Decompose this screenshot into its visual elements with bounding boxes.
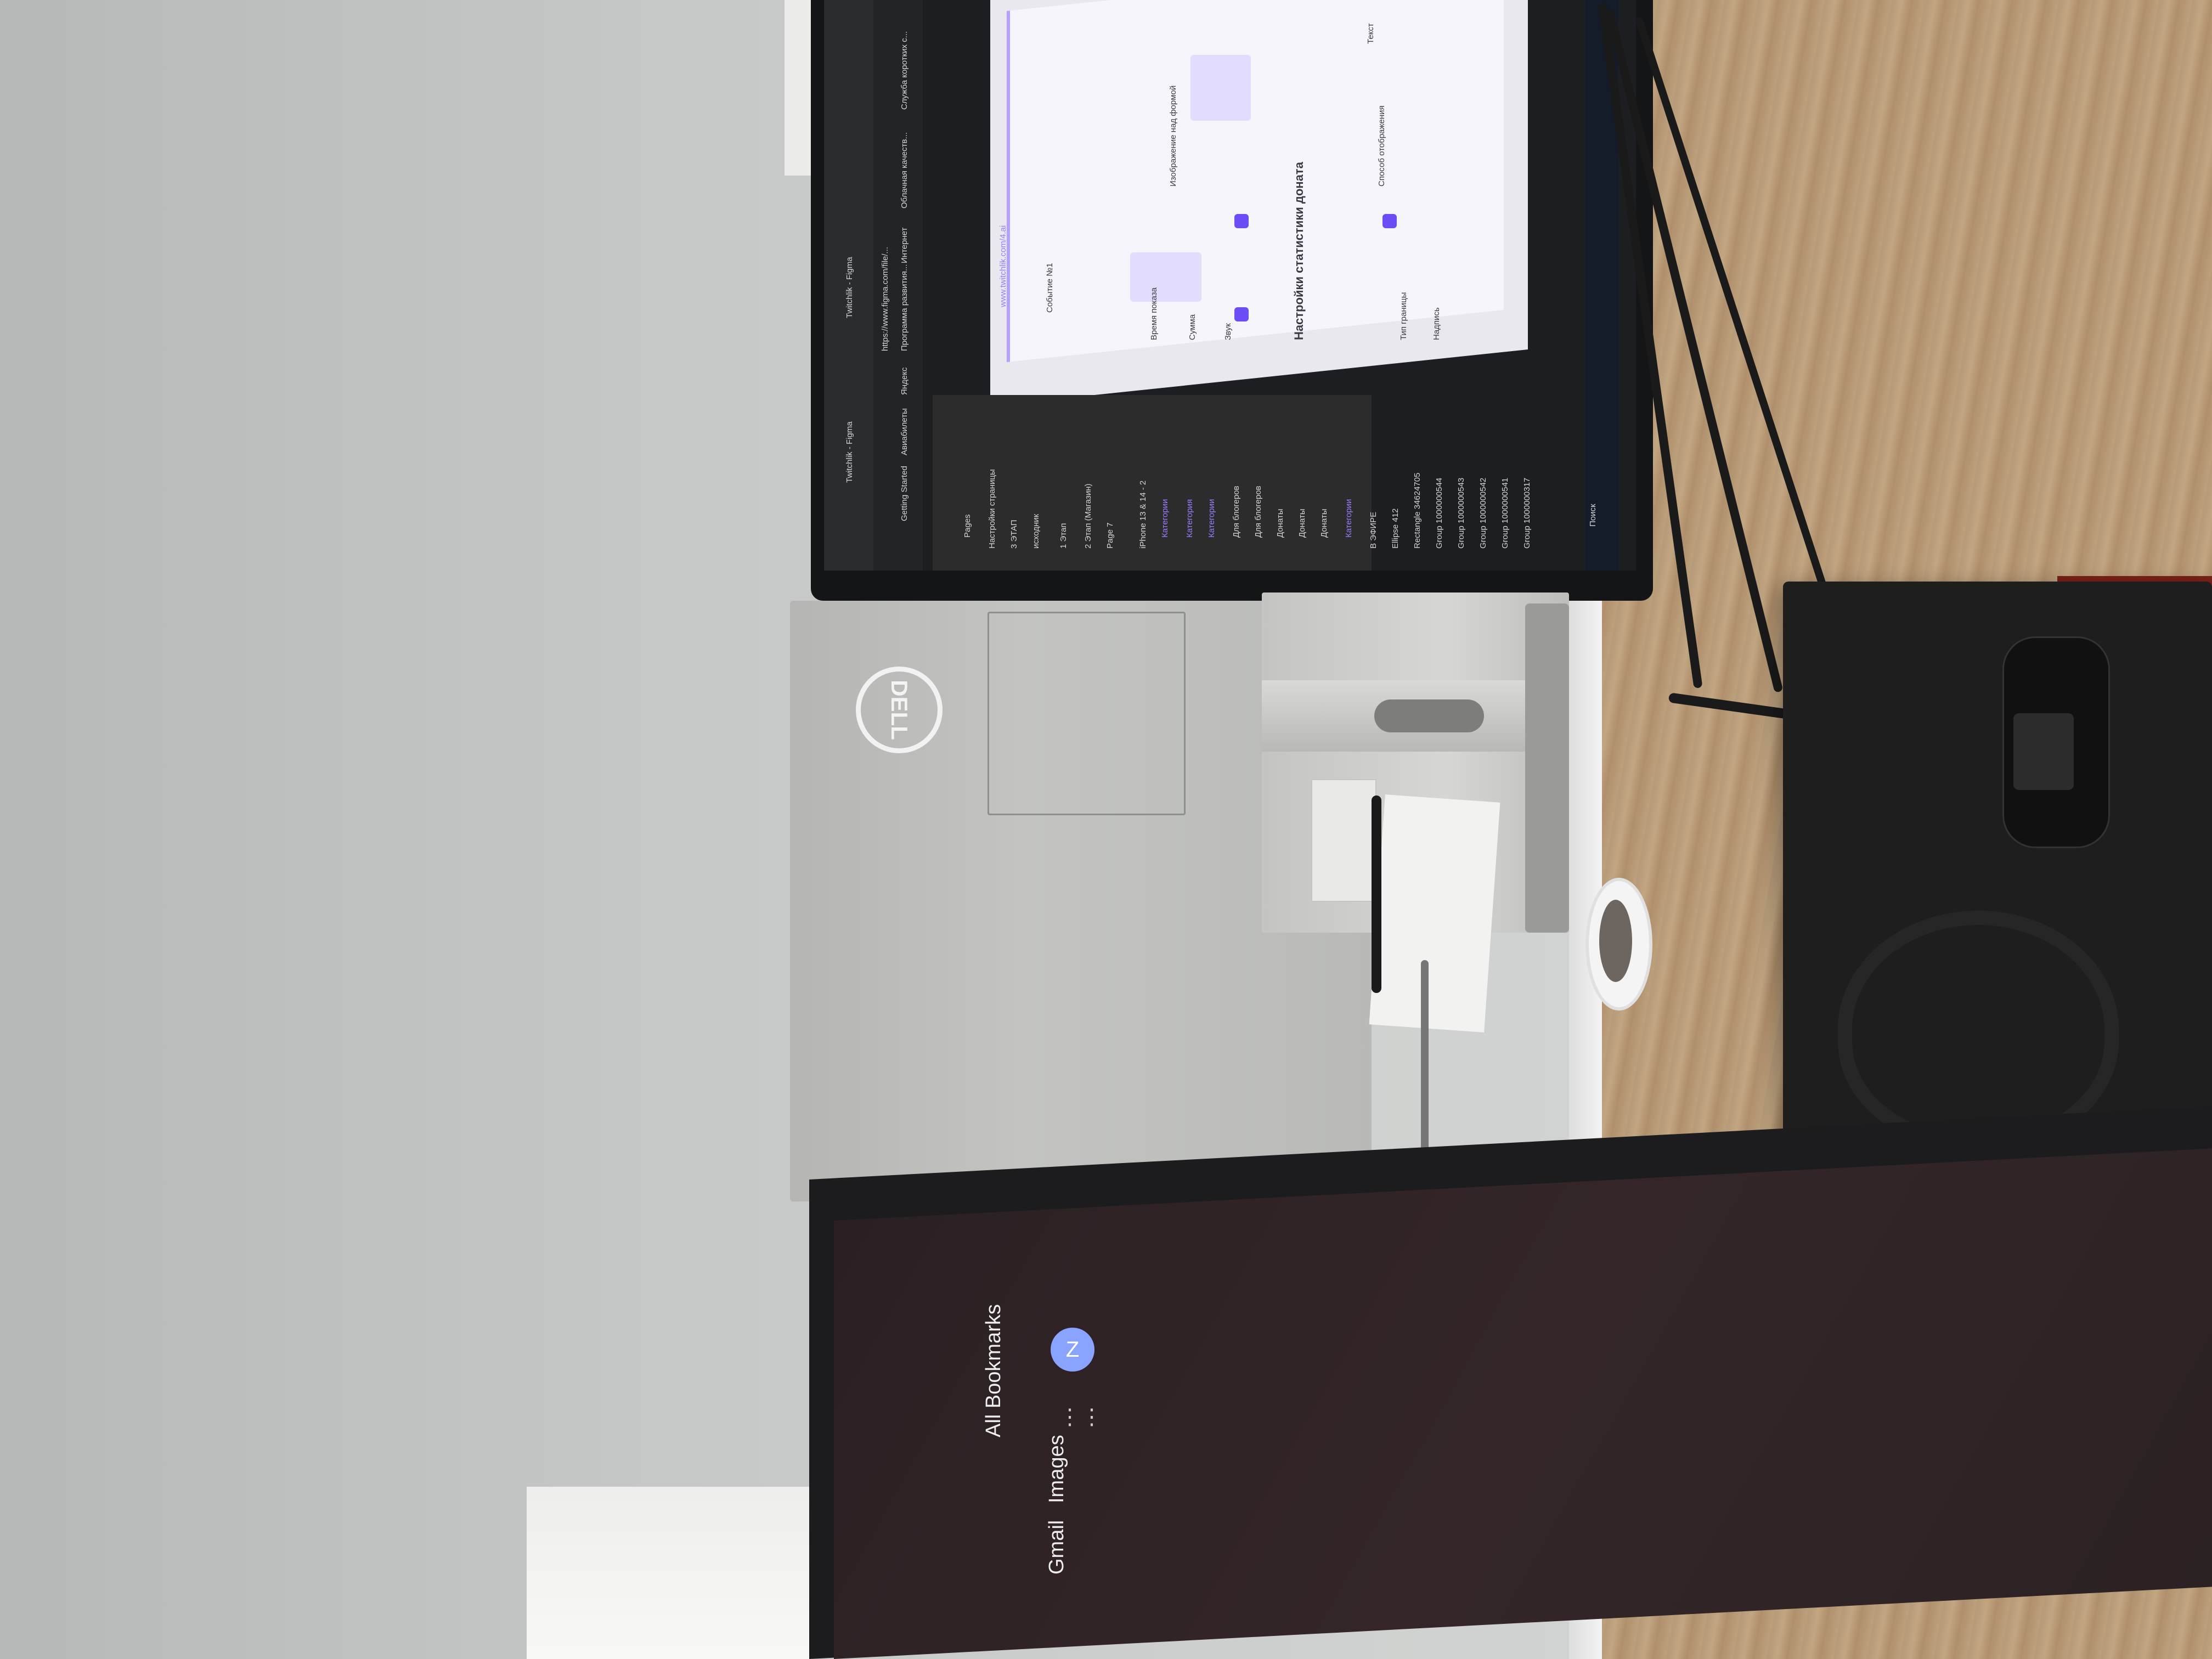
layer-item-11[interactable]: Rectangle 34624705	[1413, 473, 1422, 549]
white-object	[527, 1487, 812, 1659]
layer-item-9[interactable]: В ЭФИРЕ	[1369, 512, 1378, 549]
canvas-field-image: Изображение над формой	[1169, 85, 1178, 187]
layers-header: iPhone 13 & 14 - 2	[1138, 480, 1148, 549]
dell-logo-text: DELL	[887, 680, 912, 740]
canvas-field-sound: Звук	[1223, 323, 1233, 340]
page-item-2[interactable]: исходник	[1031, 514, 1041, 549]
layer-item-1[interactable]: Категория	[1185, 499, 1194, 538]
paper-sheet	[1369, 794, 1500, 1032]
layer-item-5[interactable]: Донаты	[1276, 509, 1285, 538]
canvas-field-sum: Сумма	[1188, 314, 1197, 340]
canvas-toggle-3[interactable]	[1383, 214, 1397, 228]
second-monitor-screen	[834, 1148, 2212, 1659]
canvas-toggle[interactable]	[1234, 214, 1249, 228]
images-link[interactable]: Images	[1045, 1435, 1069, 1503]
bookmark-item-0[interactable]: Getting Started	[900, 466, 909, 521]
apps-grid-icon[interactable]: ⋮⋮	[1059, 1404, 1103, 1430]
layer-item-10[interactable]: Ellipse 412	[1391, 509, 1400, 549]
page-item-4[interactable]: 2 Этап (Магазин)	[1084, 484, 1093, 549]
layer-item-6[interactable]: Донаты	[1297, 509, 1307, 538]
monitor-stand-base	[1525, 603, 1569, 933]
taskbar-search[interactable]: Поиск	[1588, 504, 1598, 527]
pages-header: Pages	[963, 514, 972, 538]
profile-avatar-letter: Z	[1065, 1337, 1080, 1362]
canvas-link[interactable]: www.twitchlik.com/4.ai	[998, 225, 1008, 307]
layer-item-7[interactable]: Донаты	[1319, 509, 1329, 538]
browser-tab-2[interactable]: Twitchlik - Figma	[845, 257, 854, 318]
headphones	[1838, 911, 2119, 1148]
page-item-5[interactable]: Page 7	[1105, 522, 1115, 549]
canvas-toggle-2[interactable]	[1234, 307, 1249, 321]
desk-grommet-hole	[1599, 900, 1632, 982]
bookmark-item-3[interactable]: Программа развития...	[900, 264, 909, 351]
layer-item-16[interactable]: Group 1000000317	[1522, 478, 1532, 549]
layer-item-4[interactable]: Для блогеров	[1254, 486, 1263, 538]
bookmark-item-5[interactable]: Облачная качеств...	[900, 132, 909, 208]
canvas-field-border: Тип границы	[1399, 292, 1408, 340]
canvas-field-display: Способ отображения	[1377, 105, 1386, 187]
url-bar[interactable]: https://www.figma.com/file/...	[881, 247, 890, 351]
canvas-preview-image	[1130, 252, 1201, 302]
canvas-field-time: Время показа	[1149, 287, 1159, 340]
canvas-subscription-label: Событие №1	[1045, 263, 1054, 313]
layer-item-0[interactable]: Категории	[1160, 499, 1170, 538]
layer-item-8[interactable]: Категории	[1344, 499, 1353, 538]
page-item-0[interactable]: Настройки страницы	[988, 469, 997, 549]
browser-tab-1[interactable]: Twitchlik - Figma	[845, 421, 854, 483]
product-label-sticker	[1311, 779, 1376, 902]
layer-item-12[interactable]: Group 1000000544	[1435, 478, 1444, 549]
canvas-field-caption: Надпись	[1432, 307, 1441, 340]
cable-management-slot	[1374, 699, 1484, 732]
figma-layers-panel[interactable]	[933, 395, 1372, 571]
layer-item-3[interactable]: Для блогеров	[1232, 486, 1241, 538]
layer-item-15[interactable]: Group 1000000541	[1500, 478, 1510, 549]
bookmark-item-4[interactable]: Интернет	[900, 228, 909, 263]
canvas-preview-image-2	[1190, 55, 1251, 121]
keyfob-display	[2013, 713, 2074, 790]
bookmark-item-1[interactable]: Авиабилеты	[900, 408, 909, 455]
canvas-section-title: Настройки статистики доната	[1292, 162, 1306, 340]
dell-logo: DELL	[856, 667, 943, 753]
layer-item-13[interactable]: Group 1000000543	[1457, 478, 1466, 549]
cable	[1372, 795, 1381, 993]
all-bookmarks-link[interactable]: All Bookmarks	[982, 1304, 1006, 1437]
page-item-1[interactable]: 3 ЭТАП	[1009, 520, 1019, 549]
layer-item-2[interactable]: Категории	[1207, 499, 1216, 538]
page-item-3[interactable]: 1 Этап	[1059, 523, 1068, 549]
canvas-frame[interactable]	[1007, 0, 1504, 362]
bookmark-item-6[interactable]: Служба коротких с...	[900, 31, 909, 110]
profile-avatar[interactable]: Z	[1051, 1328, 1094, 1372]
layer-item-14[interactable]: Group 1000000542	[1479, 478, 1488, 549]
vesa-mount-area	[988, 612, 1186, 815]
gmail-link[interactable]: Gmail	[1045, 1520, 1069, 1575]
bookmark-item-2[interactable]: Яндекс	[900, 368, 909, 395]
canvas-field-text: Текст	[1366, 23, 1375, 44]
